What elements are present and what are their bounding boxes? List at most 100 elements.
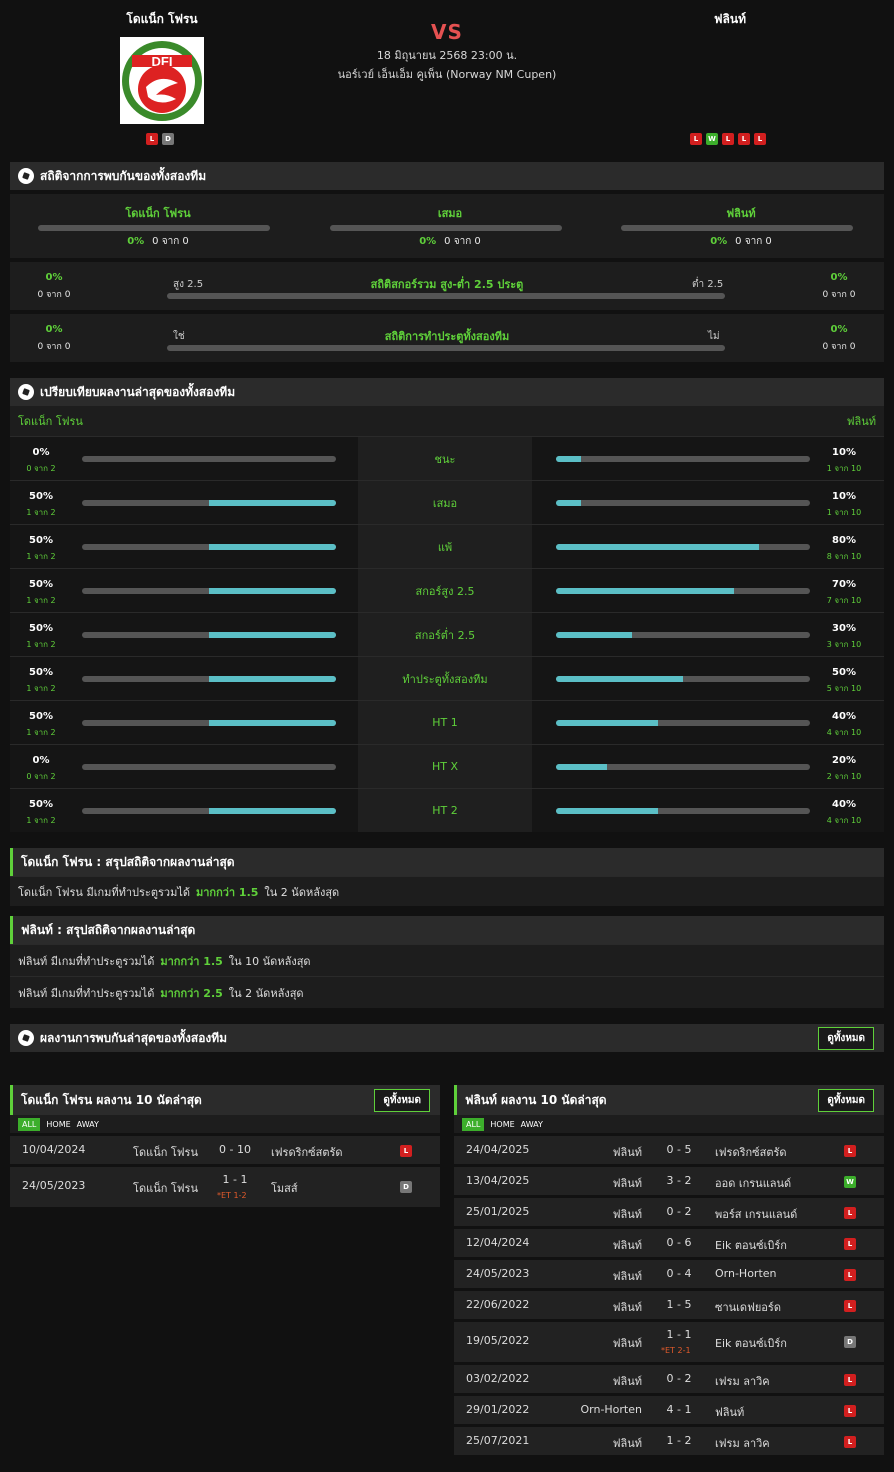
home-team[interactable]: Orn-Horten bbox=[522, 1403, 642, 1416]
recent-home-header: โดแน็ก โฟรน ผลงาน 10 นัดล่าสุด ดูทั้งหมด bbox=[10, 1085, 440, 1115]
compare-right-fill bbox=[556, 456, 582, 462]
table-row[interactable]: 19/05/2022 ฟลินท์ 1 - 1 Eik ตอนซ์เบิร์ก D *ET… bbox=[454, 1322, 884, 1362]
compare-right-count: 8 จาก 10 bbox=[826, 552, 862, 561]
tab-home[interactable]: HOME bbox=[490, 1120, 514, 1129]
result-badge: L bbox=[844, 1300, 856, 1312]
tab-all[interactable]: ALL bbox=[18, 1117, 41, 1131]
table-row[interactable]: 12/04/2024 ฟลินท์ 0 - 6 Eik ตอนซ์เบิร์ก L bbox=[454, 1229, 884, 1257]
compare-row: 50% 1 จาก 2 HT 1 40% 4 จาก 10 bbox=[10, 700, 884, 744]
away-team[interactable]: พอร์ส เกรนแลนด์ bbox=[715, 1205, 797, 1223]
compare-left-fill bbox=[209, 588, 336, 594]
home-team[interactable]: ฟลินท์ bbox=[522, 1434, 642, 1452]
form-badge: L bbox=[722, 133, 734, 145]
table-row[interactable]: 25/01/2025 ฟลินท์ 0 - 2 พอร์ส เกรนแลนด์ L bbox=[454, 1198, 884, 1226]
score[interactable]: 0 - 2 bbox=[649, 1205, 709, 1218]
compare-section: เปรียบเทียบผลงานล่าสุดของทั้งสองทีม โดแน… bbox=[10, 378, 884, 832]
home-team[interactable]: ฟลินท์ bbox=[522, 1205, 642, 1223]
compare-right-cell: 50% 5 จาก 10 bbox=[532, 657, 880, 700]
compare-away-name[interactable]: ฟลินท์ bbox=[847, 412, 876, 430]
score[interactable]: 1 - 2 bbox=[649, 1434, 709, 1447]
tab-all[interactable]: ALL bbox=[462, 1117, 485, 1131]
score[interactable]: 0 - 4 bbox=[649, 1267, 709, 1280]
away-team[interactable]: เฟรม ลาวิค bbox=[715, 1434, 770, 1452]
table-row[interactable]: 29/01/2022 Orn-Horten 4 - 1 ฟลินท์ L bbox=[454, 1396, 884, 1424]
score[interactable]: 0 - 6 bbox=[649, 1236, 709, 1249]
h2h-col-count: 0 จาก 0 bbox=[152, 236, 189, 247]
away-team[interactable]: ฟลินท์ bbox=[715, 1403, 744, 1421]
away-team[interactable]: Eik ตอนซ์เบิร์ก bbox=[715, 1334, 787, 1352]
compare-left-pct: 50% bbox=[29, 711, 53, 722]
filter-tabs: ALL HOME AWAY bbox=[10, 1115, 440, 1133]
away-team[interactable]: Orn-Horten bbox=[715, 1267, 777, 1280]
home-team[interactable]: ฟลินท์ bbox=[522, 1236, 642, 1254]
home-team[interactable]: โดแน็ก โฟรน bbox=[78, 1179, 198, 1197]
compare-right-pct: 30% bbox=[832, 623, 856, 634]
tab-home[interactable]: HOME bbox=[46, 1120, 70, 1129]
form-badge: L bbox=[738, 133, 750, 145]
h2h-results-section: ผลงานการพบกันล่าสุดของทั้งสองทีม ดูทั้งห… bbox=[10, 1024, 884, 1052]
table-row[interactable]: 13/04/2025 ฟลินท์ 3 - 2 ออด เกรนแลนด์ W bbox=[454, 1167, 884, 1195]
compare-left-fill bbox=[209, 720, 336, 726]
table-row[interactable]: 24/05/2023 ฟลินท์ 0 - 4 Orn-Horten L bbox=[454, 1260, 884, 1288]
away-team[interactable]: Eik ตอนซ์เบิร์ก bbox=[715, 1236, 787, 1254]
score[interactable]: 1 - 1 bbox=[205, 1173, 265, 1186]
compare-left-fill bbox=[209, 676, 336, 682]
away-team[interactable]: เฟรม ลาวิค bbox=[715, 1372, 770, 1390]
score[interactable]: 0 - 2 bbox=[649, 1372, 709, 1385]
match-date: 12/04/2024 bbox=[466, 1236, 530, 1249]
table-row[interactable]: 03/02/2022 ฟลินท์ 0 - 2 เฟรม ลาวิค L bbox=[454, 1365, 884, 1393]
result-badge: L bbox=[844, 1238, 856, 1250]
away-team[interactable]: ออด เกรนแลนด์ bbox=[715, 1174, 791, 1192]
home-team[interactable]: ฟลินท์ bbox=[522, 1143, 642, 1161]
ou-right-stat: 0% 0 จาก 0 bbox=[822, 272, 856, 300]
compare-right-cell: 30% 3 จาก 10 bbox=[532, 613, 880, 656]
away-team[interactable]: เฟรดริกซ์สตรัด bbox=[715, 1143, 787, 1161]
summary-away-title: ฟลินท์ : สรุปสถิติจากผลงานล่าสุด bbox=[10, 916, 884, 944]
home-team[interactable]: ฟลินท์ bbox=[522, 1267, 642, 1285]
table-row[interactable]: 22/06/2022 ฟลินท์ 1 - 5 ซานเดฟยอร์ด L bbox=[454, 1291, 884, 1319]
home-team[interactable]: ฟลินท์ bbox=[522, 1174, 642, 1192]
result-badge: L bbox=[844, 1405, 856, 1417]
recent-home-section: โดแน็ก โฟรน ผลงาน 10 นัดล่าสุด ดูทั้งหมด… bbox=[10, 1085, 440, 1207]
view-all-button[interactable]: ดูทั้งหมด bbox=[818, 1026, 874, 1050]
h2h-col-bar bbox=[38, 225, 270, 231]
compare-right-bar bbox=[556, 764, 810, 770]
view-all-button[interactable]: ดูทั้งหมด bbox=[374, 1088, 430, 1112]
away-team-name[interactable]: ฟลินท์ bbox=[630, 10, 830, 29]
tab-away[interactable]: AWAY bbox=[77, 1120, 99, 1129]
score[interactable]: 3 - 2 bbox=[649, 1174, 709, 1187]
score[interactable]: 1 - 5 bbox=[649, 1298, 709, 1311]
h2h-col-label: ฟลินท์ bbox=[726, 207, 756, 220]
compare-left-count: 1 จาก 2 bbox=[26, 552, 56, 561]
compare-header: เปรียบเทียบผลงานล่าสุดของทั้งสองทีม bbox=[10, 378, 884, 406]
compare-left-cell: 50% 1 จาก 2 bbox=[10, 481, 358, 524]
compare-left-cell: 0% 0 จาก 2 bbox=[10, 437, 358, 480]
view-all-button[interactable]: ดูทั้งหมด bbox=[818, 1088, 874, 1112]
score[interactable]: 1 - 1 bbox=[649, 1328, 709, 1341]
away-team[interactable]: เฟรดริกซ์สตรัด bbox=[271, 1143, 343, 1161]
compare-right-pct: 20% bbox=[832, 755, 856, 766]
table-row[interactable]: 25/07/2021 ฟลินท์ 1 - 2 เฟรม ลาวิค L bbox=[454, 1427, 884, 1455]
compare-title: เปรียบเทียบผลงานล่าสุดของทั้งสองทีม bbox=[40, 384, 236, 399]
tab-away[interactable]: AWAY bbox=[521, 1120, 543, 1129]
away-team[interactable]: โมสส์ bbox=[271, 1179, 298, 1197]
compare-left-pct: 50% bbox=[29, 667, 53, 678]
result-badge: W bbox=[844, 1176, 856, 1188]
ou-title: สถิติสกอร์รวม สูง-ต่ำ 2.5 ประตู bbox=[370, 278, 524, 291]
score[interactable]: 0 - 10 bbox=[205, 1143, 265, 1156]
football-icon bbox=[18, 168, 34, 184]
table-row[interactable]: 24/04/2025 ฟลินท์ 0 - 5 เฟรดริกซ์สตรัด L bbox=[454, 1136, 884, 1164]
table-row[interactable]: 24/05/2023 โดแน็ก โฟรน 1 - 1 โมสส์ D *ET 1-2 bbox=[10, 1167, 440, 1207]
btts-right-label: ไม่ bbox=[708, 331, 720, 342]
score[interactable]: 4 - 1 bbox=[649, 1403, 709, 1416]
home-team[interactable]: ฟลินท์ bbox=[522, 1298, 642, 1316]
compare-home-name[interactable]: โดแน็ก โฟรน bbox=[18, 412, 83, 430]
away-team[interactable]: ซานเดฟยอร์ด bbox=[715, 1298, 781, 1316]
table-row[interactable]: 10/04/2024 โดแน็ก โฟรน 0 - 10 เฟรดริกซ์สตรั… bbox=[10, 1136, 440, 1164]
score[interactable]: 0 - 5 bbox=[649, 1143, 709, 1156]
match-competition[interactable]: นอร์เวย์ เอ็นเอ็ม คูเพ็น (Norway NM Cupe… bbox=[0, 65, 894, 83]
home-team[interactable]: โดแน็ก โฟรน bbox=[78, 1143, 198, 1161]
home-team[interactable]: ฟลินท์ bbox=[522, 1334, 642, 1352]
match-header: โดแน็ก โฟรน DFI VS 18 มิถุนายน 2568 23:0… bbox=[0, 0, 894, 152]
home-team[interactable]: ฟลินท์ bbox=[522, 1372, 642, 1390]
